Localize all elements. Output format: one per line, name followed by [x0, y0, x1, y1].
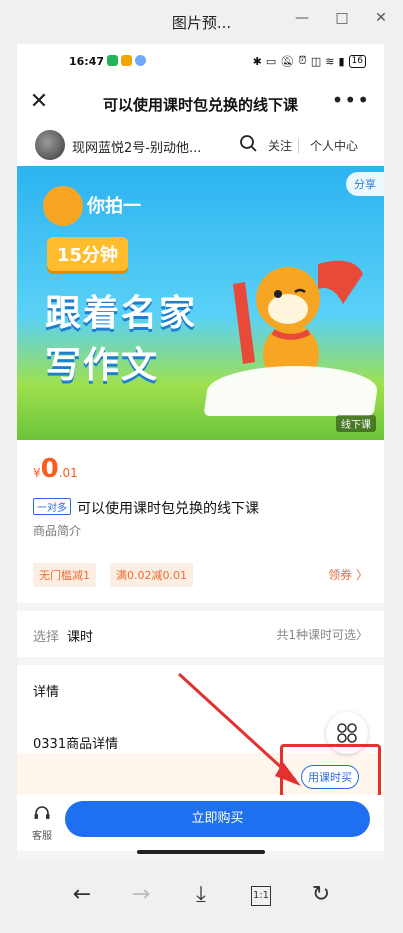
viewer-toolbar: ← → ⤓ 1:1 ↻ — [0, 860, 403, 933]
notification-app-icon — [107, 55, 118, 66]
select-option-row[interactable]: 选择 课时 共1种课时可选〉 — [17, 611, 384, 657]
headset-icon — [34, 806, 50, 819]
tiger-logo-icon — [43, 186, 83, 226]
top-nav: ✕ 可以使用课时包兑换的线下课 ••• — [17, 80, 384, 126]
personal-center-link[interactable]: 个人中心 — [310, 137, 358, 154]
price-decimal: .01 — [58, 466, 78, 480]
product-title: 可以使用课时包兑换的线下课 — [77, 501, 259, 517]
divider — [298, 139, 299, 153]
more-icon[interactable]: ••• — [332, 88, 370, 112]
shop-name[interactable]: 现网蓝悦2号-别动他... — [72, 137, 201, 156]
select-label: 选择 — [33, 630, 60, 645]
download-icon[interactable]: ⤓ — [186, 880, 216, 910]
status-icons: ✱ ▭ 🔕︎ ⏰︎ ◫ ≋ ▮ 16 — [253, 54, 366, 68]
page-title: 可以使用课时包兑换的线下课 — [102, 96, 298, 114]
minimize-button[interactable]: — — [290, 8, 314, 28]
rotate-icon[interactable]: ↻ — [306, 880, 336, 910]
follow-button[interactable]: 关注 — [268, 137, 292, 154]
price: ¥0.01 — [33, 454, 78, 484]
offline-tag: 线下课 — [336, 415, 376, 432]
avatar[interactable] — [35, 130, 65, 160]
search-icon[interactable] — [239, 134, 259, 154]
banner-logo-text: 你拍一 — [87, 196, 141, 217]
shop-header: 现网蓝悦2号-别动他... 关注 个人中心 — [17, 126, 384, 166]
banner-duration-pill: 15分钟 — [47, 237, 129, 271]
claim-coupon-link[interactable]: 领券 〉 — [328, 566, 368, 583]
select-summary[interactable]: 共1种课时可选〉 — [276, 626, 368, 643]
highlight-box — [280, 744, 381, 798]
detail-body: 0331商品详情 — [33, 737, 119, 752]
price-integer: 0 — [40, 454, 59, 484]
notification-app-icon — [121, 55, 132, 66]
alarm-icon: ⏰︎ — [298, 54, 307, 67]
status-time: 16:47 — [69, 55, 105, 68]
phone-screenshot: 16:47 ✱ ▭ 🔕︎ ⏰︎ ◫ ≋ ▮ 16 ✕ 可以使用课时包兑换的线下课… — [17, 44, 384, 860]
forward-arrow-icon[interactable]: → — [126, 880, 156, 910]
product-intro: 商品简介 — [33, 524, 82, 538]
class-type-badge: 一对多 — [33, 498, 71, 515]
banner-headline-1: 跟着名家 — [45, 293, 198, 334]
battery-icon: 16 — [348, 54, 366, 68]
product-banner[interactable]: 你拍一 15分钟 跟着名家 写作文 分享 线下课 — [17, 166, 384, 440]
select-value: 课时 — [67, 630, 94, 645]
detail-heading: 详情 — [33, 685, 60, 700]
bottom-bar: 客服 立即购买 — [17, 795, 384, 851]
mute-icon: 🔕︎ — [280, 54, 295, 68]
banner-headline-2: 写作文 — [45, 345, 160, 386]
coupon-badge[interactable]: 无门槛减1 — [33, 563, 96, 587]
customer-service-button[interactable]: 客服 — [31, 805, 53, 842]
home-indicator — [137, 850, 265, 854]
wifi-icon: ≋ — [325, 54, 335, 68]
window-titlebar: 图片预... — □ ✕ — [0, 0, 403, 44]
close-window-button[interactable]: ✕ — [369, 8, 393, 28]
vibrate-icon: ▭ — [265, 54, 277, 68]
nfc-icon: ◫ — [310, 54, 322, 68]
product-title-row: 一对多 可以使用课时包兑换的线下课 — [33, 498, 259, 518]
maximize-button[interactable]: □ — [330, 8, 354, 28]
actual-size-icon[interactable]: 1:1 — [251, 886, 271, 906]
book-illustration — [203, 366, 381, 416]
notification-app-icon — [135, 55, 146, 66]
share-button[interactable]: 分享 — [346, 172, 384, 196]
back-arrow-icon[interactable]: ← — [67, 880, 97, 910]
signal-icon: ▮ — [338, 54, 345, 68]
coupon-badge[interactable]: 满0.02减0.01 — [110, 563, 193, 587]
buy-now-button[interactable]: 立即购买 — [65, 801, 370, 837]
product-info: ¥0.01 一对多 可以使用课时包兑换的线下课 商品简介 无门槛减1 满0.02减… — [17, 440, 384, 603]
status-bar: 16:47 ✱ ▭ 🔕︎ ⏰︎ ◫ ≋ ▮ 16 — [17, 44, 384, 80]
bluetooth-icon: ✱ — [252, 54, 262, 68]
customer-service-label: 客服 — [32, 831, 52, 842]
price-currency: ¥ — [33, 466, 41, 480]
